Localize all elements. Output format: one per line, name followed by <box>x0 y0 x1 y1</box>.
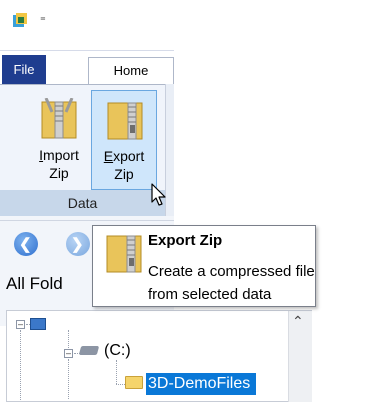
forward-arrow-icon: ❯ <box>71 236 84 253</box>
tree-line <box>116 384 125 385</box>
tooltip-description-line2: from selected data <box>148 286 272 303</box>
computer-icon <box>30 318 46 330</box>
export-zip-label-line2: Zip <box>114 166 134 182</box>
tab-file[interactable]: File <box>2 55 46 84</box>
ribbon-group-label: Data <box>0 190 165 216</box>
tab-home[interactable]: Home <box>88 57 174 84</box>
back-arrow-icon: ❮ <box>19 236 32 253</box>
zip-export-icon <box>106 235 142 273</box>
collapse-drive-toggle[interactable]: – <box>64 349 73 358</box>
tooltip-description-line1: Create a compressed file <box>148 263 315 280</box>
panel-title: All Fold <box>6 274 63 293</box>
tree-item-folder[interactable]: 3D-DemoFiles <box>148 374 250 394</box>
folder-icon <box>125 376 143 389</box>
scroll-up-arrow-icon[interactable]: ⌃ <box>292 313 304 330</box>
zip-export-icon <box>107 102 143 140</box>
forward-button[interactable]: ❯ <box>66 232 90 256</box>
tree-line <box>68 359 69 399</box>
export-zip-button[interactable]: Export Zip <box>91 90 157 190</box>
tree-item-drive-c[interactable]: (C:) <box>104 342 131 360</box>
import-zip-label-line1: Import <box>39 147 79 163</box>
drive-icon <box>78 346 100 355</box>
tree-line <box>68 330 69 348</box>
tooltip-title: Export Zip <box>148 232 223 249</box>
import-zip-button[interactable]: Import Zip <box>26 90 92 190</box>
back-button[interactable]: ❮ <box>14 232 38 256</box>
mouse-cursor-icon <box>151 183 166 206</box>
export-zip-label-line1: Export <box>103 148 145 164</box>
app-icon[interactable] <box>12 12 28 28</box>
collapse-root-toggle[interactable]: – <box>16 320 25 329</box>
import-zip-label-line2: Zip <box>49 165 69 181</box>
zip-import-icon <box>41 98 77 139</box>
customize-qat-button[interactable]: ⁼ <box>40 14 46 27</box>
tree-line <box>20 330 21 400</box>
divider <box>0 220 174 221</box>
tree-line <box>116 360 117 384</box>
